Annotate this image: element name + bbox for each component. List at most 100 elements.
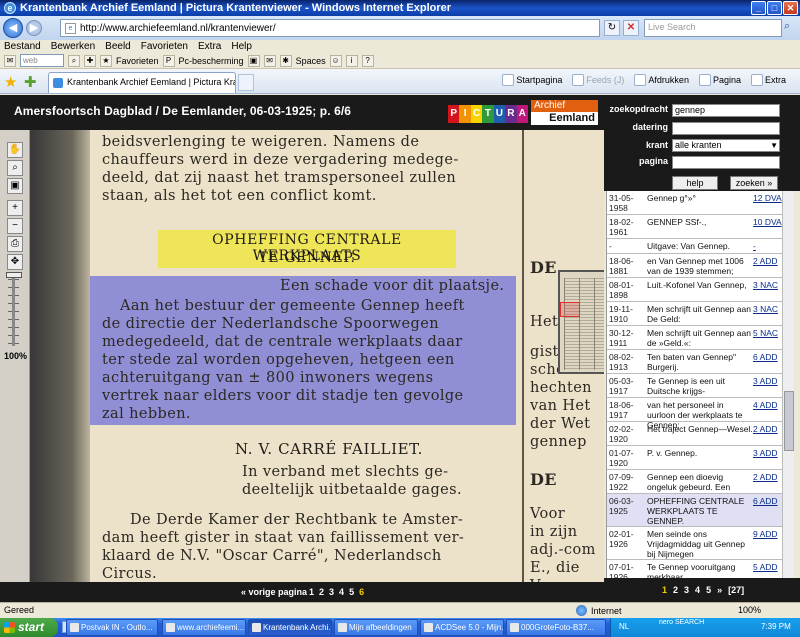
menu-help[interactable]: Help [231,41,252,52]
result-link[interactable]: 5 ADD [753,562,782,572]
result-row[interactable]: 01-07-1920 P. v. Gennep. 3 ADD [607,446,782,470]
results-page-4[interactable]: 4 [695,585,700,595]
hand-icon[interactable]: ✋ [7,142,23,158]
menu-bewerken[interactable]: Bewerken [51,41,95,52]
result-link[interactable]: 2 ADD [753,472,782,482]
favorites-star-icon[interactable]: ★ [4,73,17,91]
menu-beeld[interactable]: Beeld [105,41,131,52]
zoom-in-icon[interactable]: + [7,200,23,216]
results-page-2[interactable]: 2 [673,585,678,595]
result-link[interactable]: 5 NAC [753,328,782,338]
result-link[interactable]: 3 ADD [753,448,782,458]
close-button[interactable]: ✕ [783,1,798,15]
favorieten-link[interactable]: Favorieten [116,56,159,66]
result-link[interactable]: 12 DVA [753,193,782,203]
result-link[interactable]: 4 ADD [753,400,782,410]
taskbar-item[interactable]: ACDSee 5.0 - Mijn... [420,619,504,636]
help-icon[interactable]: ? [361,54,374,67]
result-row[interactable]: 08-01-1898 Luit.-Kofonel Van Gennep, 3 NAC [607,278,782,302]
info-icon[interactable]: i [345,54,358,67]
result-row[interactable]: 18-06-1917 van het personeel in uurloon d… [607,398,782,430]
back-button[interactable]: ◀ [3,18,23,38]
page-link-4[interactable]: 4 [339,587,344,597]
result-row[interactable]: 02-02-1920 Het traject Gennep—Wesel. 2 ADD [607,422,782,446]
results-page-3[interactable]: 3 [684,585,689,595]
menu-extra[interactable]: Extra [198,41,221,52]
result-row[interactable]: 31-05-1958 Gennep g°»° 12 DVA [607,191,782,215]
help-button[interactable]: help [672,176,718,190]
menu-bestand[interactable]: Bestand [4,41,41,52]
newspaper-viewport[interactable]: beidsverlenging te weigeren. Namens de c… [30,130,604,582]
rss-icon[interactable]: ▣ [247,54,260,67]
result-row[interactable]: 02-01-1926 Men seinde ons Vrijdagmiddag u… [607,527,782,560]
spaces-link[interactable]: Spaces [296,56,326,66]
previous-page-link[interactable]: « vorige pagina [241,587,307,597]
zoom-slider-thumb[interactable] [6,272,22,278]
mail-icon[interactable]: ✉ [263,54,276,67]
tools-icon[interactable]: ✚ [84,54,96,67]
result-row[interactable]: 18-02-1961 GENNEP SSf-., 10 DVA [607,215,782,239]
krant-select[interactable]: alle kranten ▼ [672,139,780,152]
newspaper-page[interactable]: beidsverlenging te weigeren. Namens de c… [90,130,604,582]
results-scrollbar[interactable] [782,191,794,578]
live-search-input[interactable]: Live Search [644,19,782,37]
result-row[interactable]: - Uitgave: Van Gennep. - [607,239,782,254]
result-link[interactable]: 9 ADD [753,529,782,539]
search-icon[interactable]: ⌕ [784,20,798,36]
page-link-1[interactable]: 1 [309,587,314,597]
taskbar-item[interactable]: Krantenbank Archi... [248,619,332,636]
pc-bescherming-link[interactable]: Pc-bescherming [179,56,244,66]
page-link-6[interactable]: 6 [359,587,364,597]
result-link[interactable]: 10 DVA [753,217,782,227]
result-row[interactable]: 05-03-1917 Te Gennep is een uit Duitsche … [607,374,782,398]
zoeken-button[interactable]: zoeken » [730,176,778,190]
result-link[interactable]: 2 ADD [753,424,782,434]
datering-input[interactable] [672,122,780,135]
page-link-3[interactable]: 3 [329,587,334,597]
pagina-button[interactable]: Pagina [698,74,741,86]
feeds-button[interactable]: Feeds (J) [572,74,624,86]
star-icon[interactable]: ★ [100,54,112,67]
zoom-status[interactable]: 100% [738,605,761,615]
minimize-button[interactable]: _ [751,1,766,15]
tab-krantenviewer[interactable]: Krantenbank Archief Eemland | Pictura Kr… [48,72,236,93]
refresh-icon[interactable]: ↻ [604,20,620,36]
forward-button[interactable]: ▶ [26,20,42,36]
taskbar-item[interactable]: www.archiefeemi... [162,619,246,636]
add-favorite-icon[interactable]: ✚ [24,73,37,91]
result-row[interactable]: 30-12-1911 Men schrijft uit Gennep aan de… [607,326,782,350]
taskbar-item[interactable]: 000GroteFoto-B37... [506,619,606,636]
result-row[interactable]: 18-06-1881 en Van Gennep met 1006 van de … [607,254,782,278]
result-link[interactable]: - [753,241,782,251]
result-row[interactable]: 06-03-1925 OPHEFFING CENTRALE WERKPLAATS … [607,494,782,527]
zoekopdracht-input[interactable]: gennep [672,104,780,117]
extra-button[interactable]: Extra [750,74,786,86]
menu-favorieten[interactable]: Favorieten [141,41,188,52]
move-icon[interactable]: ✥ [7,254,23,270]
page-link-2[interactable]: 2 [319,587,324,597]
web-search-input[interactable]: web zoeken... [20,54,64,76]
result-row[interactable]: 07-09-1922 Gennep een dioevig ongeluk geb… [607,470,782,494]
results-next-link[interactable]: » [717,585,722,595]
startpagina-button[interactable]: Startpagina [502,74,562,86]
people-icon[interactable]: ☺ [329,54,342,67]
result-link[interactable]: 6 ADD [753,496,782,506]
result-row[interactable]: 08-02-1913 Ten baten van Gennep" Burgerij… [607,350,782,374]
result-row[interactable]: 19-11-1910 Men schrijft uit Gennep aan De… [607,302,782,326]
fit-icon[interactable]: ▣ [7,178,23,194]
new-tab-button[interactable] [238,74,254,91]
start-button[interactable]: start [0,618,58,637]
language-indicator[interactable]: NL [619,622,629,631]
search-icon[interactable]: ⌕ [68,54,80,67]
shield-icon[interactable]: P [162,54,175,67]
zoom-out-icon[interactable]: − [7,218,23,234]
result-link[interactable]: 3 NAC [753,280,782,290]
result-link[interactable]: 2 ADD [753,256,782,266]
maximize-button[interactable]: □ [767,1,782,15]
pagina-input[interactable] [672,156,780,169]
url-input[interactable]: e http://www.archiefeemland.nl/krantenvi… [60,19,600,37]
stop-icon[interactable]: ✕ [623,20,639,36]
page-link-5[interactable]: 5 [349,587,354,597]
print-icon[interactable]: ⎙ [7,236,23,252]
magnifier-icon[interactable]: ⌕ [7,160,23,176]
